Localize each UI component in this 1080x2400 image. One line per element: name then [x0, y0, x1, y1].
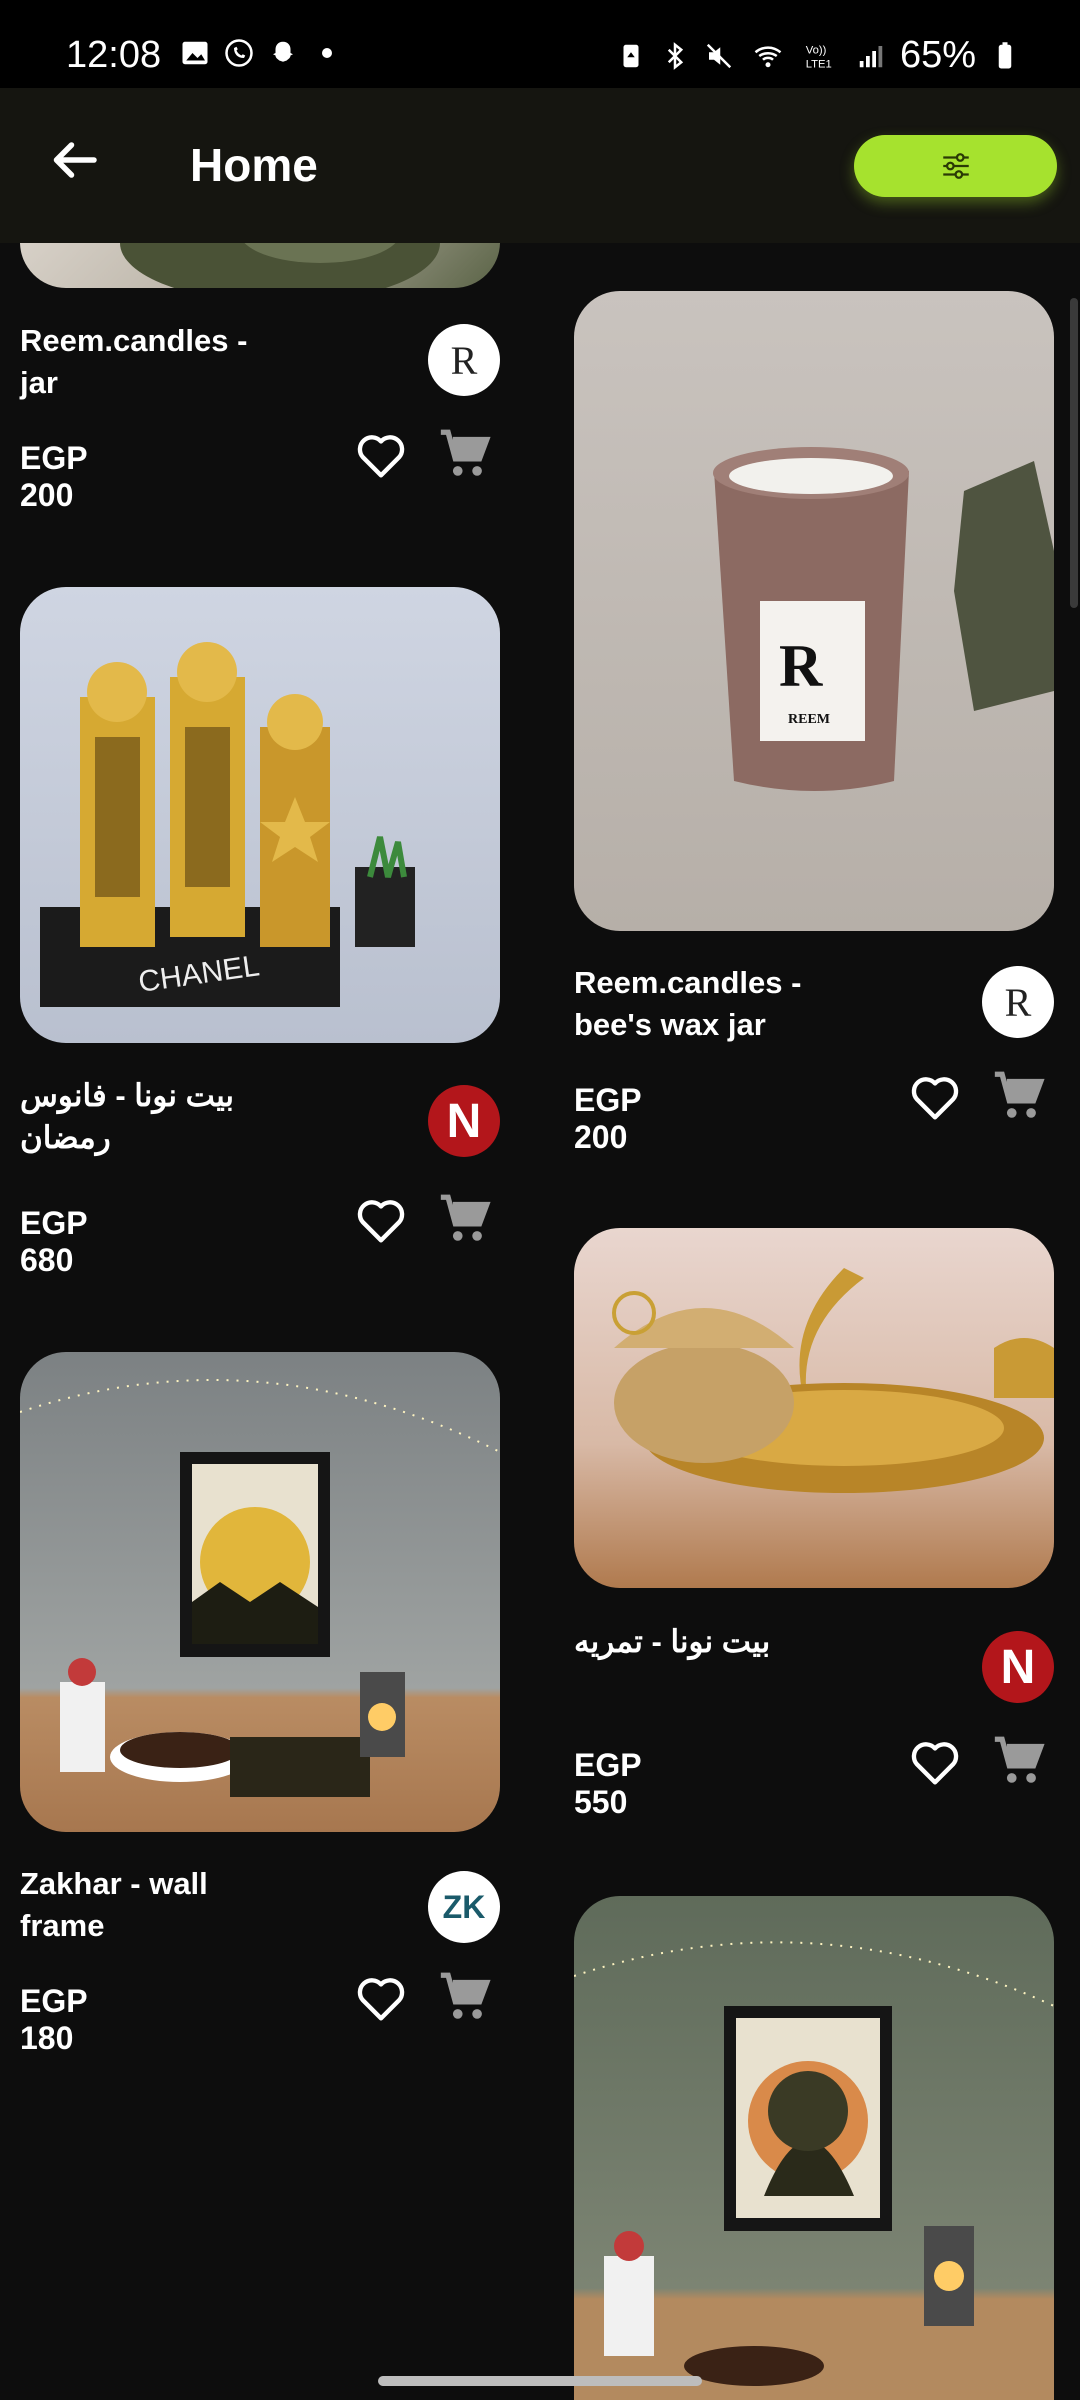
- product-grid[interactable]: Reem.candles - jar R EGP 200 CHANEL بيت …: [0, 243, 1080, 2400]
- vendor-avatar[interactable]: R: [982, 966, 1054, 1038]
- product-image[interactable]: [574, 1896, 1054, 2400]
- cart-icon[interactable]: [990, 1067, 1048, 1125]
- whatsapp-icon: [225, 39, 253, 67]
- status-left-icons: [180, 38, 342, 68]
- vendor-avatar[interactable]: ZK: [428, 1871, 500, 1943]
- product-price: EGP 680: [20, 1205, 87, 1278]
- arrow-left-icon[interactable]: [44, 130, 104, 190]
- battery-saver-icon: [623, 44, 639, 67]
- vendor-avatar[interactable]: R: [428, 324, 500, 396]
- filter-button[interactable]: [854, 135, 1057, 197]
- snapchat-icon: [273, 41, 293, 62]
- status-time: 12:08: [66, 34, 162, 76]
- product-price: EGP 180: [20, 1983, 87, 2056]
- product-name[interactable]: Reem.candles - bee's wax jar: [574, 962, 834, 1046]
- product-price: EGP 550: [574, 1747, 641, 1820]
- product-name[interactable]: بيت نونا - تمريه: [574, 1621, 834, 1663]
- product-image[interactable]: [20, 243, 500, 288]
- product-image[interactable]: R REEM: [574, 291, 1054, 931]
- product-name[interactable]: بيت نونا - فانوس رمضان: [20, 1075, 280, 1159]
- sliders-icon: [942, 153, 969, 179]
- battery-percent: 65%: [899, 34, 976, 76]
- cart-icon[interactable]: [436, 425, 494, 483]
- cart-icon[interactable]: [436, 1968, 494, 2026]
- scrollbar[interactable]: [1070, 298, 1078, 608]
- cart-icon[interactable]: [990, 1732, 1048, 1790]
- heart-icon[interactable]: [906, 1734, 964, 1792]
- product-name[interactable]: Zakhar - wall frame: [20, 1863, 280, 1947]
- vendor-avatar[interactable]: N: [428, 1085, 500, 1157]
- lte-icon: Vo)) LTE1: [806, 44, 832, 70]
- svg-text:LTE1: LTE1: [806, 58, 832, 70]
- page-title: Home: [190, 139, 318, 191]
- product-price: EGP 200: [574, 1082, 641, 1155]
- battery-icon: [998, 41, 1012, 68]
- home-indicator[interactable]: [378, 2376, 702, 2386]
- signal-icon: [859, 45, 883, 67]
- heart-icon[interactable]: [906, 1069, 964, 1127]
- heart-icon[interactable]: [352, 1970, 410, 2028]
- dot-icon: [322, 48, 332, 58]
- product-image[interactable]: [20, 1352, 500, 1832]
- app-bar: Home: [0, 88, 1080, 243]
- status-right-icons: Vo)) LTE1 65%: [616, 34, 1020, 77]
- status-bar: 12:08 Vo)) LTE1 65%: [0, 0, 1080, 88]
- product-price: EGP 200: [20, 440, 87, 513]
- mute-icon: [706, 43, 732, 68]
- vendor-avatar[interactable]: N: [982, 1631, 1054, 1703]
- product-image[interactable]: CHANEL: [20, 587, 500, 1043]
- heart-icon[interactable]: [352, 1192, 410, 1250]
- svg-text:Vo)): Vo)): [806, 44, 827, 56]
- wifi-icon: [754, 45, 782, 67]
- product-name[interactable]: Reem.candles - jar: [20, 320, 280, 404]
- svg-text:R: R: [779, 633, 823, 699]
- cart-icon[interactable]: [436, 1190, 494, 1248]
- heart-icon[interactable]: [352, 427, 410, 485]
- svg-text:REEM: REEM: [788, 712, 830, 727]
- gallery-icon: [182, 41, 208, 65]
- bluetooth-icon: [667, 41, 684, 70]
- product-image[interactable]: [574, 1228, 1054, 1588]
